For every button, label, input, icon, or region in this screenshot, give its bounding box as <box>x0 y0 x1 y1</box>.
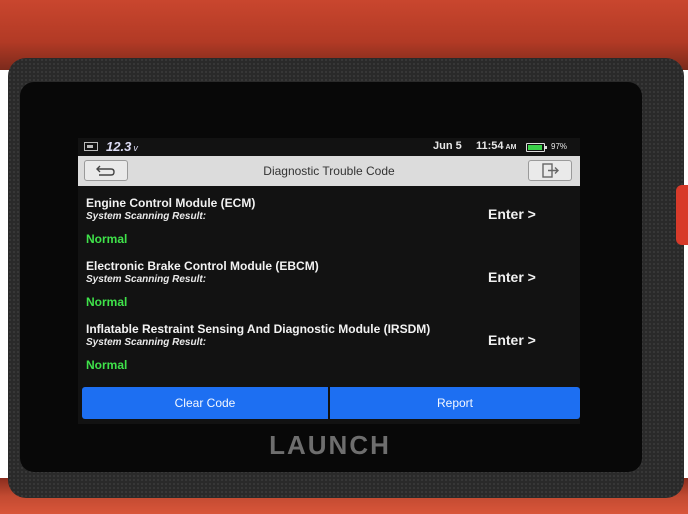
module-row-ebcm: Electronic Brake Control Module (EBCM) S… <box>78 259 580 321</box>
voltage-value: 12.3 <box>106 139 132 154</box>
scan-status: Normal <box>86 358 128 372</box>
screen: 12.3 v Jun 5 11:54 AM 97% Diagnostic Troub… <box>78 138 580 424</box>
clear-code-button[interactable]: Clear Code <box>82 387 328 419</box>
voltage-unit: v <box>133 143 138 153</box>
voltage-readout: 12.3 v <box>106 139 138 154</box>
vehicle-battery-icon <box>84 142 98 151</box>
scan-result-label: System Scanning Result: <box>86 211 207 222</box>
brand-logo: LAUNCH <box>269 430 391 460</box>
status-date: Jun 5 <box>433 140 462 152</box>
battery-percentage: 97% <box>551 142 568 151</box>
device-side-light <box>676 185 688 245</box>
scan-status: Normal <box>86 295 128 309</box>
report-button[interactable]: Report <box>330 387 580 419</box>
module-name: Inflatable Restraint Sensing And Diagnos… <box>86 322 431 336</box>
module-row-ecm: Engine Control Module (ECM) System Scann… <box>78 196 580 258</box>
enter-button-irsdm[interactable]: Enter > <box>488 332 558 352</box>
back-button[interactable] <box>84 160 128 181</box>
battery-icon <box>526 143 547 152</box>
module-name: Engine Control Module (ECM) <box>86 196 256 210</box>
back-arrow-icon <box>96 165 115 176</box>
time-ampm: AM <box>505 144 517 151</box>
scan-status: Normal <box>86 232 128 246</box>
status-time: 11:54 AM <box>476 140 516 152</box>
module-name: Electronic Brake Control Module (EBCM) <box>86 259 319 273</box>
time-value: 11:54 <box>476 140 504 152</box>
scan-result-label: System Scanning Result: <box>86 274 207 285</box>
module-row-irsdm: Inflatable Restraint Sensing And Diagnos… <box>78 322 580 384</box>
enter-button-ebcm[interactable]: Enter > <box>488 269 558 289</box>
page-title: Diagnostic Trouble Code <box>263 164 395 178</box>
status-bar: 12.3 v Jun 5 11:54 AM 97% <box>78 138 580 156</box>
exit-icon <box>542 163 559 178</box>
enter-button-ecm[interactable]: Enter > <box>488 206 558 226</box>
title-bar: Diagnostic Trouble Code <box>78 156 580 186</box>
exit-button[interactable] <box>528 160 572 181</box>
scan-result-label: System Scanning Result: <box>86 337 207 348</box>
action-bar: Clear Code Report <box>82 387 580 419</box>
